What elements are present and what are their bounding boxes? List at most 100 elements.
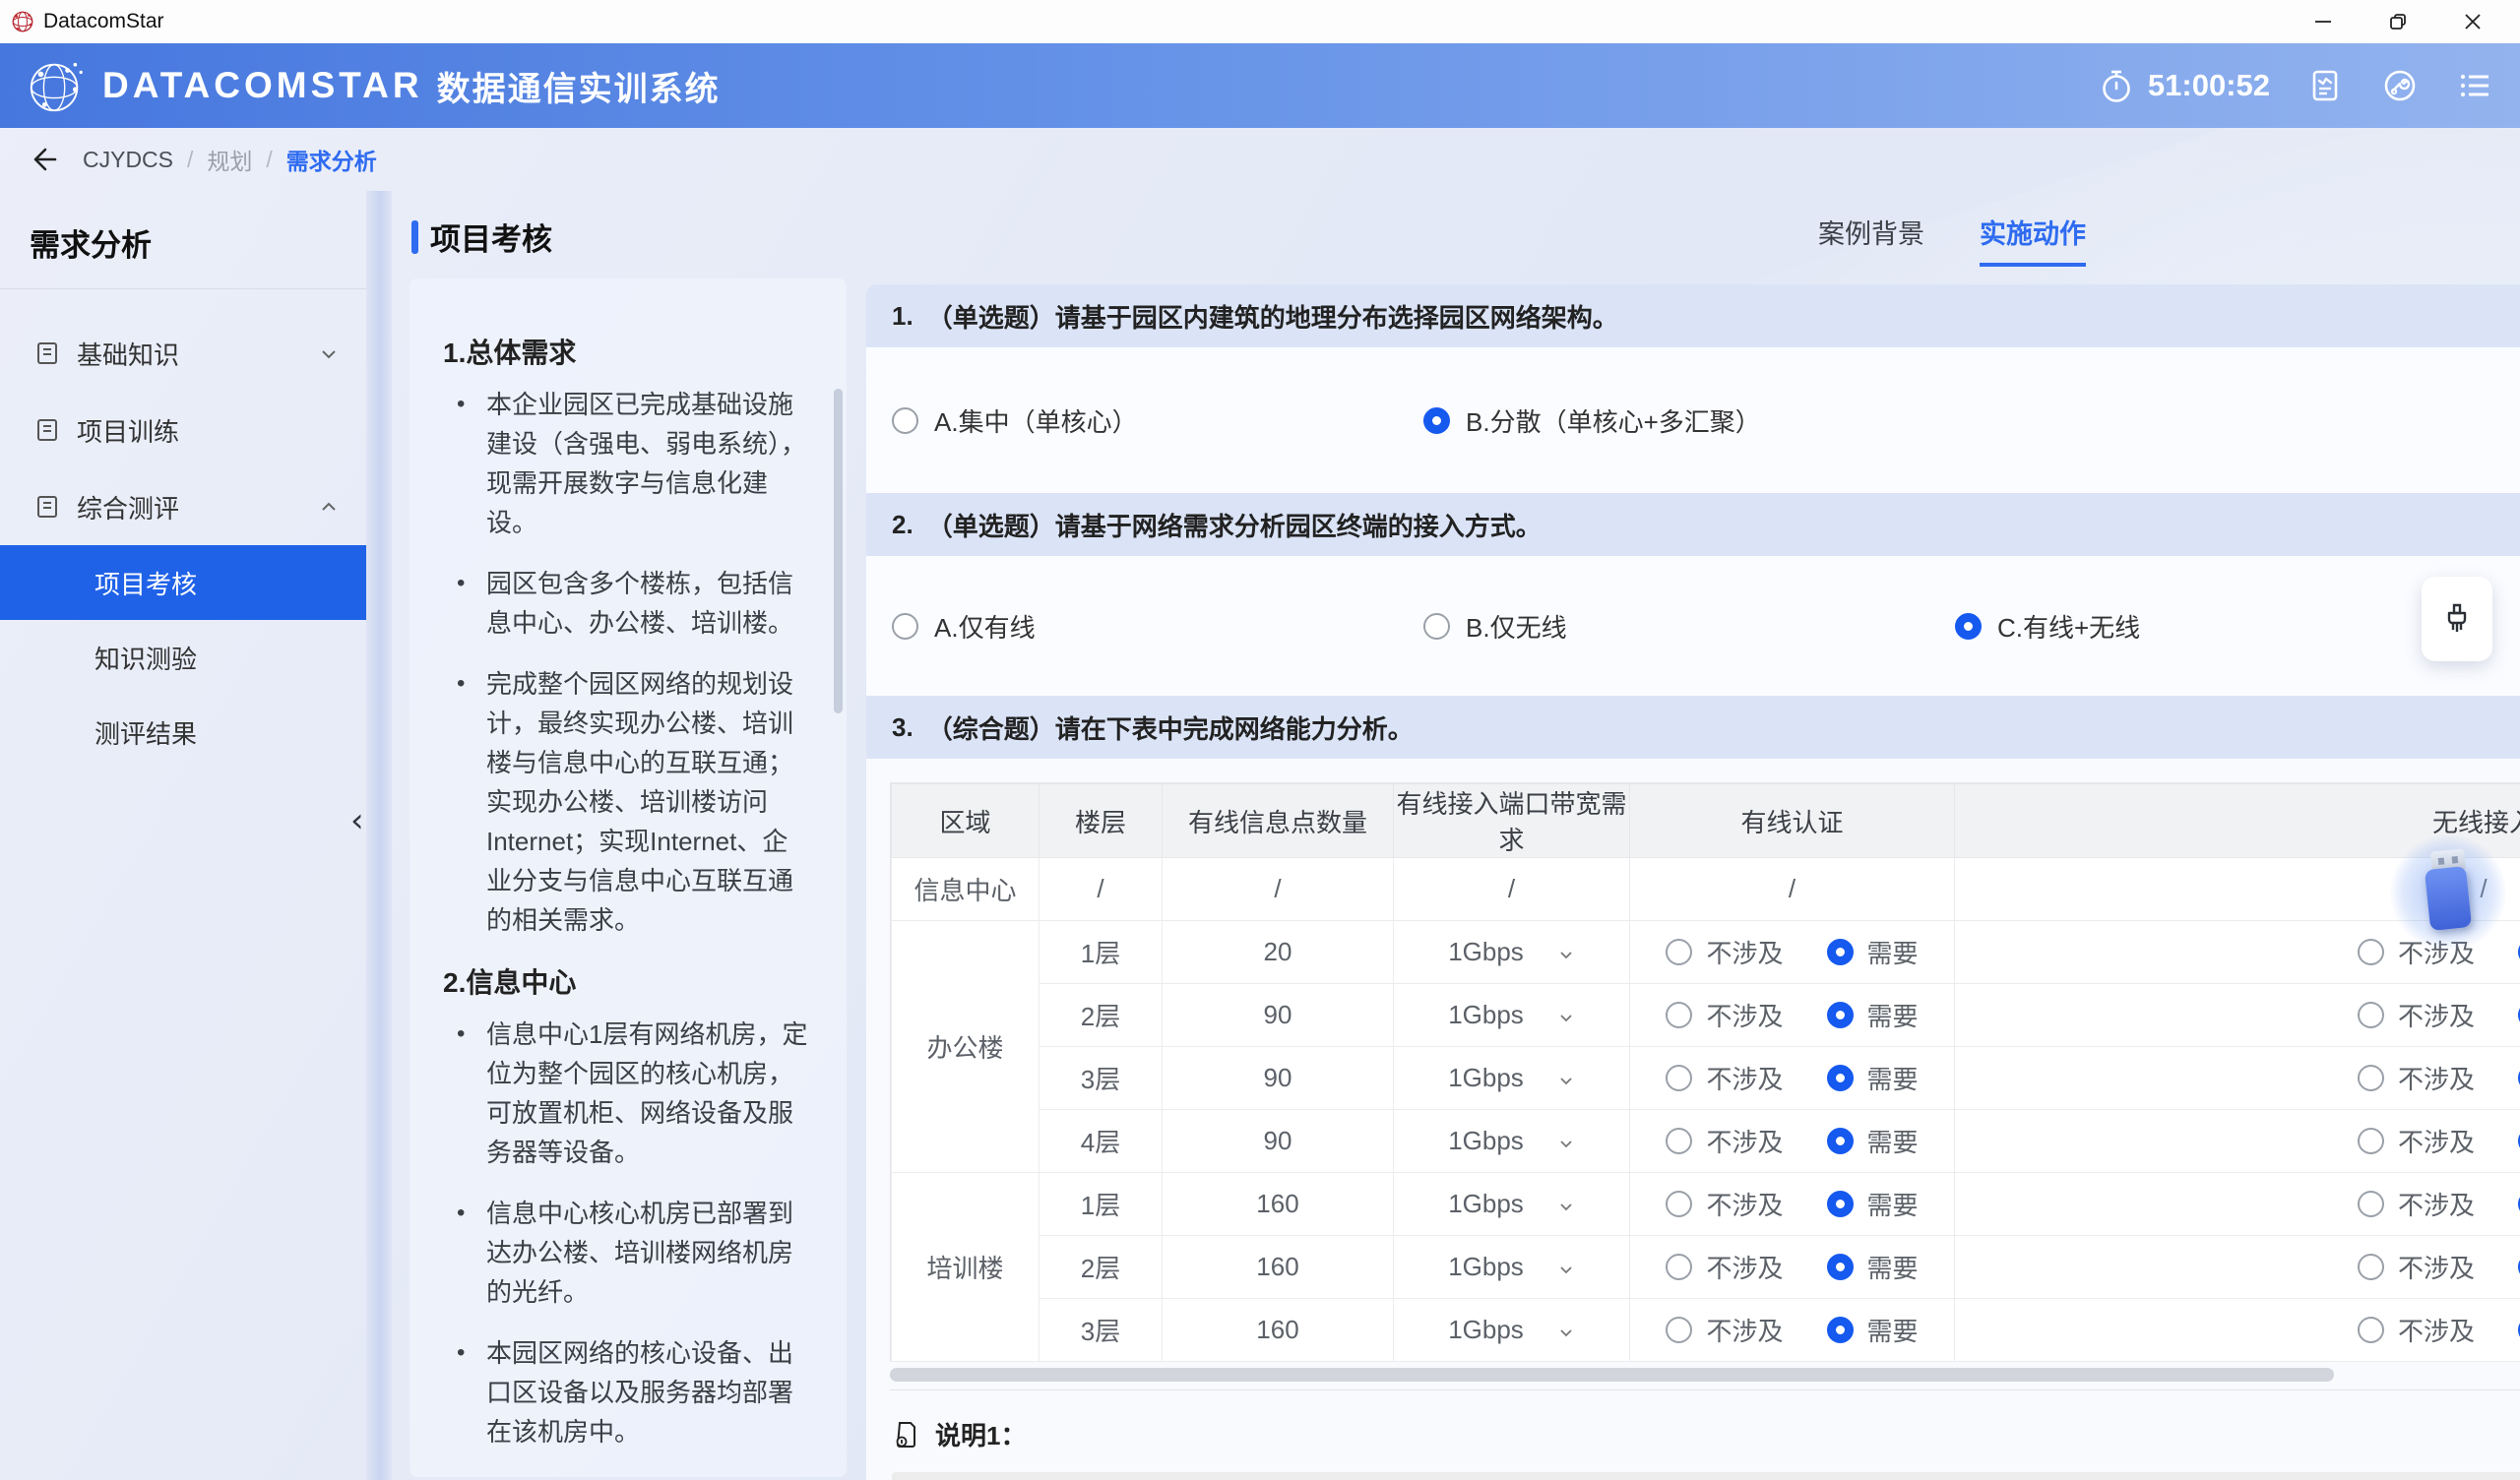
- bandwidth-dropdown[interactable]: 1Gbps: [1394, 1252, 1629, 1282]
- table-row-info-center: 信息中心 / / / / /: [892, 858, 2520, 921]
- bandwidth-dropdown[interactable]: 1Gbps: [1394, 1000, 1629, 1030]
- sidebar-divider: [0, 288, 366, 289]
- usb-device-float[interactable]: [2390, 834, 2506, 951]
- auth-required-radio[interactable]: 需要: [1827, 1249, 1919, 1285]
- auth-required-radio[interactable]: 需要: [1827, 1123, 1919, 1159]
- usb-drive-icon: [2425, 866, 2472, 931]
- menu-list-icon[interactable]: [2455, 66, 2494, 105]
- window-title: DatacomStar: [43, 10, 164, 33]
- scrollbar-thumb[interactable]: [890, 1368, 2334, 1382]
- capability-table-viewport[interactable]: 区域 楼层 有线信息点数量 有线接入端口带宽需求 有线认证 无线接入 信息中心 …: [890, 782, 2520, 1362]
- option-label: C.有线+无线: [1997, 608, 2140, 645]
- option-a-radio[interactable]: A.集中（单核心）: [892, 402, 1423, 439]
- doc-bullet: •信息中心核心机房已部署到达办公楼、培训楼网络机房的光纤。: [443, 1194, 813, 1312]
- sidebar-subitem-results[interactable]: 测评结果: [0, 695, 366, 770]
- table-row-training-f3: 3层 160 1Gbps 不涉及需要 不涉及需要: [892, 1299, 2520, 1362]
- breadcrumb-item-cjydcs[interactable]: CJYDCS: [83, 147, 173, 173]
- brand-name: DATACOMSTAR: [102, 65, 423, 106]
- option-label: B.仅无线: [1466, 608, 1567, 645]
- table-row-office-f3: 3层 90 1Gbps 不涉及需要 不涉及需要: [892, 1047, 2520, 1110]
- radio-icon[interactable]: [892, 407, 918, 434]
- report-icon[interactable]: [2305, 66, 2345, 105]
- sidebar-item-basics[interactable]: 基础知识: [0, 315, 366, 392]
- auth-not-involved-radio[interactable]: 不涉及: [1666, 1312, 1783, 1348]
- question-1-options: A.集中（单核心） B.分散（单核心+多汇聚）: [866, 347, 2520, 493]
- bandwidth-dropdown[interactable]: 1Gbps: [1394, 1189, 1629, 1219]
- wireless-not-involved-radio[interactable]: 不涉及: [2358, 1123, 2475, 1159]
- col-wired-auth: 有线认证: [1630, 784, 1955, 858]
- table-header-row: 区域 楼层 有线信息点数量 有线接入端口带宽需求 有线认证 无线接入: [892, 784, 2520, 858]
- note-doc-icon: [892, 1420, 921, 1449]
- auth-not-involved-radio[interactable]: 不涉及: [1666, 1249, 1783, 1285]
- collapse-panel-chevron-icon[interactable]: ‹: [350, 801, 364, 840]
- breadcrumb: CJYDCS / 规划 / 需求分析: [0, 128, 2520, 191]
- auth-required-radio[interactable]: 需要: [1827, 1312, 1919, 1348]
- close-button[interactable]: [2435, 0, 2510, 43]
- option-label: A.仅有线: [934, 608, 1036, 645]
- question-number: 1.: [892, 301, 914, 332]
- sidebar-subitem-project-exam[interactable]: 项目考核: [0, 545, 366, 620]
- radio-selected-icon[interactable]: [1423, 407, 1450, 434]
- auth-required-radio[interactable]: 需要: [1827, 1186, 1919, 1222]
- timer-value: 51:00:52: [2148, 68, 2270, 103]
- area-cell: 办公楼: [892, 921, 1040, 1173]
- wireless-not-involved-radio[interactable]: 不涉及: [2358, 1060, 2475, 1096]
- back-arrow-icon[interactable]: [28, 145, 57, 174]
- sidebar-item-assessment[interactable]: 综合测评: [0, 468, 366, 545]
- col-bandwidth: 有线接入端口带宽需求: [1394, 784, 1630, 858]
- chevron-down-icon: [1557, 1072, 1575, 1089]
- auth-required-radio[interactable]: 需要: [1827, 1060, 1919, 1096]
- tab-implementation[interactable]: 实施动作: [1980, 213, 2086, 267]
- booklet-icon: [33, 493, 61, 521]
- auth-required-radio[interactable]: 需要: [1827, 934, 1919, 970]
- sidebar-item-training[interactable]: 项目训练: [0, 392, 366, 468]
- capability-table: 区域 楼层 有线信息点数量 有线接入端口带宽需求 有线认证 无线接入 信息中心 …: [891, 783, 2520, 1362]
- sidebar-title: 需求分析: [0, 205, 366, 275]
- brand-globe-icon: [26, 55, 87, 116]
- option-c-radio[interactable]: C.有线+无线: [1955, 608, 2140, 645]
- auth-not-involved-radio[interactable]: 不涉及: [1666, 997, 1783, 1033]
- auth-required-radio[interactable]: 需要: [1827, 997, 1919, 1033]
- auth-not-involved-radio[interactable]: 不涉及: [1666, 1060, 1783, 1096]
- option-b-radio[interactable]: B.仅无线: [1423, 608, 1955, 645]
- radio-icon[interactable]: [1423, 613, 1450, 640]
- exam-timer: 51:00:52: [2097, 66, 2270, 105]
- radio-selected-icon[interactable]: [1955, 613, 1982, 640]
- minimize-button[interactable]: [2286, 0, 2361, 43]
- wireless-not-involved-radio[interactable]: 不涉及: [2358, 1186, 2475, 1222]
- bandwidth-dropdown[interactable]: 1Gbps: [1394, 1315, 1629, 1345]
- wireless-not-involved-radio[interactable]: 不涉及: [2358, 997, 2475, 1033]
- table-row-office-f1: 办公楼 1层 20 1Gbps 不涉及需要 不涉及需要: [892, 921, 2520, 984]
- sidebar-item-label: 项目训练: [77, 412, 179, 449]
- doc-scrollbar-thumb[interactable]: [834, 389, 843, 713]
- booklet-icon: [33, 339, 61, 367]
- auth-not-involved-radio[interactable]: 不涉及: [1666, 1123, 1783, 1159]
- sidebar-subitem-knowledge-test[interactable]: 知识测验: [0, 620, 366, 695]
- option-a-radio[interactable]: A.仅有线: [892, 608, 1423, 645]
- wireless-not-involved-radio[interactable]: 不涉及: [2358, 1312, 2475, 1348]
- restore-button[interactable]: [2361, 0, 2435, 43]
- auth-not-involved-radio[interactable]: 不涉及: [1666, 934, 1783, 970]
- tab-bar: 案例背景 实施动作: [866, 213, 2520, 267]
- option-b-radio[interactable]: B.分散（单核心+多汇聚）: [1423, 402, 1761, 439]
- wrench-circle-icon[interactable]: [2380, 66, 2420, 105]
- sidebar-item-label: 综合测评: [77, 489, 179, 525]
- option-label: B.分散（单核心+多汇聚）: [1466, 402, 1761, 439]
- tab-case-background[interactable]: 案例背景: [1818, 213, 1924, 267]
- system-name: 数据通信实训系统: [437, 62, 721, 110]
- wireless-not-involved-radio[interactable]: 不涉及: [2358, 1249, 2475, 1285]
- chevron-down-icon: [1557, 1135, 1575, 1152]
- breadcrumb-item-planning[interactable]: 规划: [207, 143, 252, 176]
- auth-not-involved-radio[interactable]: 不涉及: [1666, 1186, 1783, 1222]
- question-card: 1. （单选题）请基于园区内建筑的地理分布选择园区网络架构。 A.集中（单核心）…: [866, 284, 2520, 1480]
- radio-icon[interactable]: [892, 613, 918, 640]
- bandwidth-dropdown[interactable]: 1Gbps: [1394, 1126, 1629, 1156]
- question-stem: （单选题）请基于园区内建筑的地理分布选择园区网络架构。: [927, 298, 1618, 335]
- app-logo-red-globe-icon: [10, 9, 35, 34]
- clear-answers-floating-button[interactable]: [2422, 577, 2492, 661]
- case-doc-card[interactable]: 1.总体需求 •本企业园区已完成基础设施建设（含强电、弱电系统），现需开展数字与…: [410, 278, 847, 1477]
- panel-divider: ‹: [366, 191, 392, 1480]
- table-horizontal-scrollbar[interactable]: [890, 1368, 2520, 1382]
- bandwidth-dropdown[interactable]: 1Gbps: [1394, 1063, 1629, 1093]
- bandwidth-dropdown[interactable]: 1Gbps: [1394, 937, 1629, 967]
